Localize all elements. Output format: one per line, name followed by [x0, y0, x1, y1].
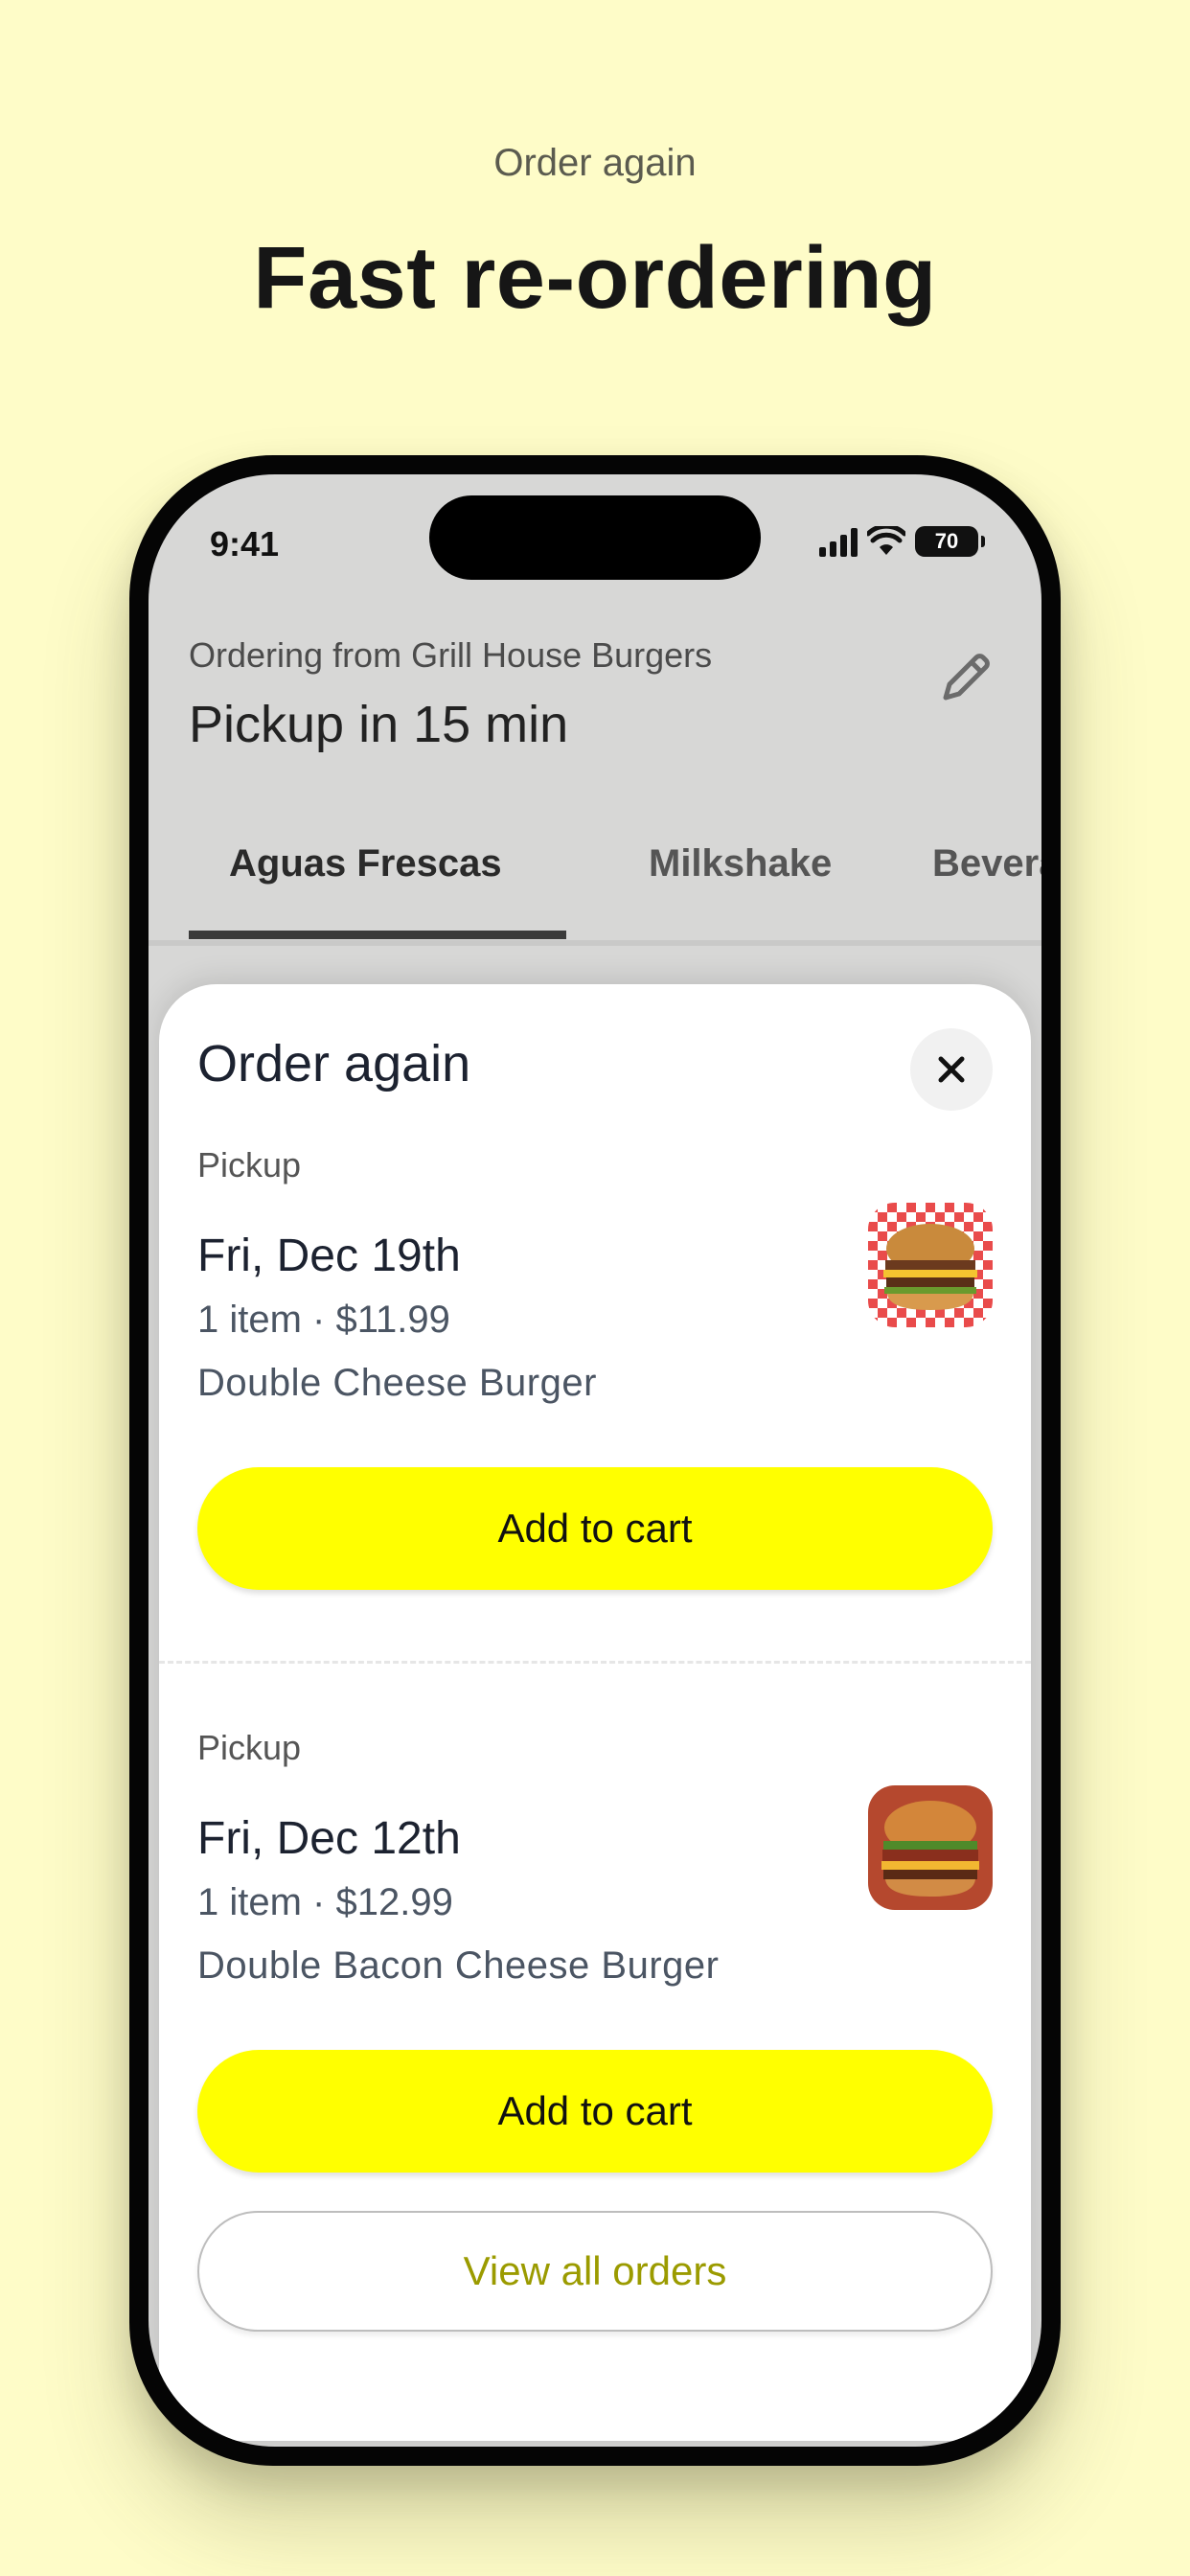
battery-icon: 70	[915, 526, 985, 557]
close-button[interactable]	[910, 1028, 993, 1111]
battery-level: 70	[934, 529, 959, 553]
category-tabs: Aguas Frescas Milkshake Beverag	[189, 819, 1041, 940]
add-to-cart-button[interactable]: Add to cart	[197, 1467, 993, 1590]
order-mode: Pickup	[197, 1145, 302, 1184]
pickup-time[interactable]: Pickup in 15 min	[189, 695, 568, 754]
order-divider	[159, 1661, 1031, 1664]
tab-beverages[interactable]: Beverag	[932, 842, 1041, 886]
order-item-name: Double Bacon Cheese Burger	[197, 1944, 720, 1987]
phone-screen: 9:41 70 Ordering from Grill House Burger…	[149, 474, 1041, 2447]
phone-frame: 9:41 70 Ordering from Grill House Burger…	[129, 455, 1061, 2466]
order-summary: 1 item · $12.99	[197, 1881, 453, 1923]
order-mode: Pickup	[197, 1728, 302, 1767]
active-tab-indicator	[189, 931, 566, 939]
status-icons: 70	[819, 522, 985, 561]
pencil-icon	[943, 654, 990, 701]
burger-thumbnail	[868, 1203, 993, 1327]
page-headline: Fast re-ordering	[253, 229, 937, 327]
burger-thumbnail	[868, 1785, 993, 1910]
sheet-title: Order again	[197, 1035, 471, 1092]
dynamic-island	[429, 495, 761, 580]
wifi-icon	[867, 526, 905, 555]
view-all-orders-button[interactable]: View all orders	[197, 2211, 993, 2332]
order-date: Fri, Dec 12th	[197, 1813, 461, 1864]
order-summary: 1 item · $11.99	[197, 1299, 450, 1341]
order-item-name: Double Cheese Burger	[197, 1362, 597, 1404]
ordering-from-label: Ordering from Grill House Burgers	[189, 635, 713, 675]
edit-order-button[interactable]	[932, 642, 1001, 711]
tab-aguas-frescas[interactable]: Aguas Frescas	[229, 842, 502, 886]
order-again-sheet: Order again Pickup Fri, Dec 19th 1 item …	[159, 984, 1031, 2441]
close-icon	[938, 1056, 965, 1083]
signal-icon	[819, 526, 858, 557]
page-eyebrow: Order again	[493, 142, 697, 184]
order-date: Fri, Dec 19th	[197, 1230, 461, 1281]
tab-milkshake[interactable]: Milkshake	[649, 842, 832, 886]
tabs-divider	[149, 940, 1041, 946]
status-time: 9:41	[210, 524, 280, 564]
add-to-cart-button[interactable]: Add to cart	[197, 2050, 993, 2173]
